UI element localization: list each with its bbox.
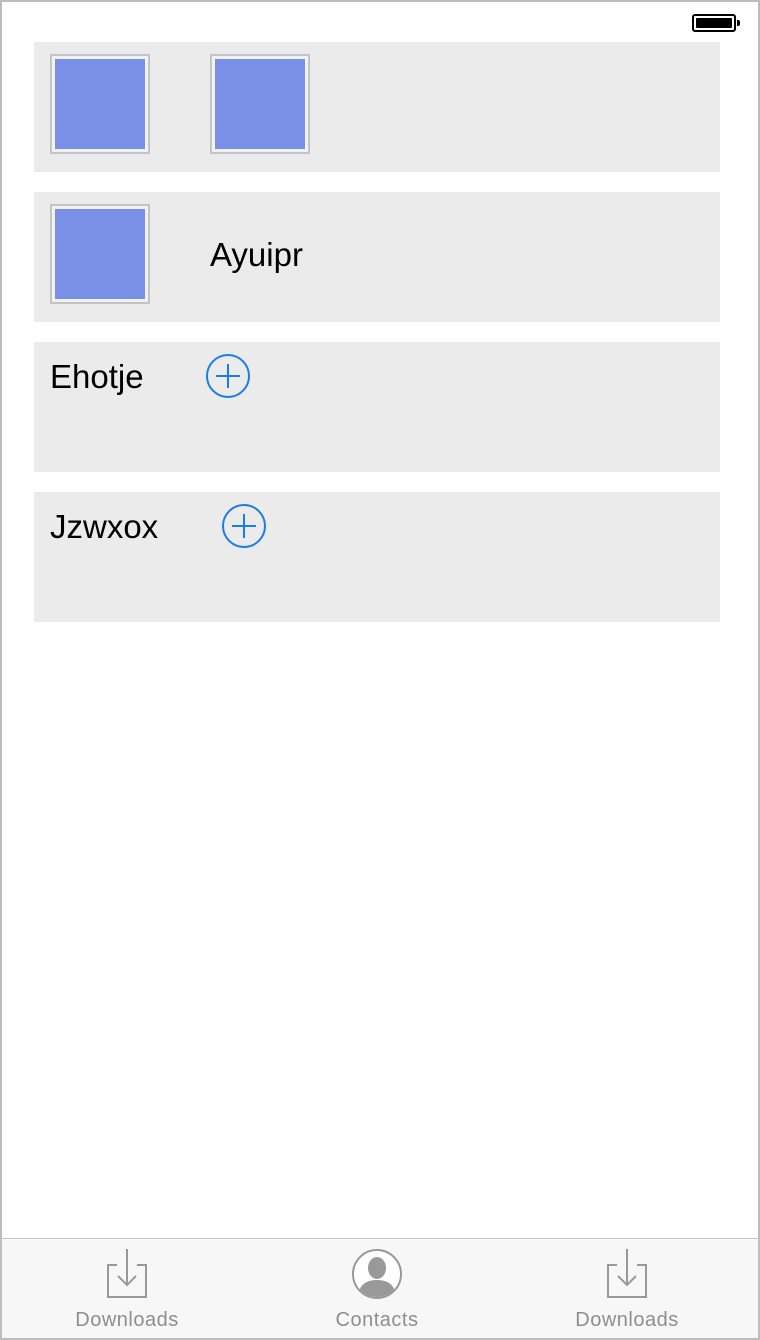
app-screen: Ayuipr Ehotje Jzwxox Downloads Contacts … — [0, 0, 760, 1340]
battery-tip — [737, 20, 740, 26]
tab-downloads-2[interactable]: Downloads — [502, 1239, 752, 1338]
image-thumbnail[interactable] — [50, 204, 150, 304]
plus-circle-icon[interactable] — [221, 503, 267, 549]
image-thumbnail[interactable] — [50, 54, 150, 154]
download-icon — [107, 1249, 147, 1298]
cell-label: Ehotje — [50, 358, 144, 395]
tab-contacts[interactable]: Contacts — [252, 1239, 502, 1338]
tab-bar: Downloads Contacts Downloads — [2, 1238, 758, 1338]
tab-label: Contacts — [335, 1309, 419, 1331]
image-placeholder — [55, 209, 145, 299]
download-icon — [607, 1249, 647, 1298]
status-bar — [2, 2, 758, 42]
image-placeholder — [55, 59, 145, 149]
plus-circle-icon[interactable] — [205, 353, 251, 399]
tab-downloads[interactable]: Downloads — [2, 1239, 252, 1338]
list-cell-ehotje[interactable]: Ehotje — [34, 342, 720, 472]
image-placeholder — [215, 59, 305, 149]
tab-label: Downloads — [575, 1309, 679, 1331]
battery-full-icon — [692, 14, 736, 32]
image-thumbnail[interactable] — [210, 54, 310, 154]
list-cell-images[interactable] — [34, 42, 720, 172]
list-cell-jzwxox[interactable]: Jzwxox — [34, 492, 720, 622]
contact-icon — [352, 1249, 402, 1299]
list-cell-ayuipr[interactable]: Ayuipr — [34, 192, 720, 322]
cell-label: Jzwxox — [50, 508, 159, 545]
cell-label: Ayuipr — [210, 236, 303, 273]
tab-label: Downloads — [75, 1309, 179, 1331]
